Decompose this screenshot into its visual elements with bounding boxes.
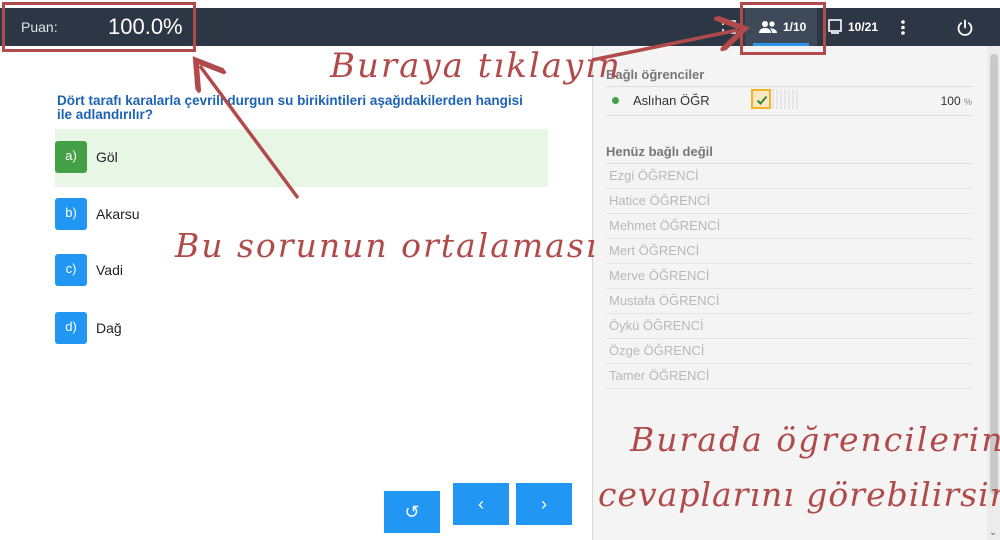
annotation-answers-line2: cevaplarını görebilirsiniz [598,475,1000,514]
annotation-answers-line1: Burada öğrencilerin [630,420,1000,459]
annotation-question-average: Bu sorunun ortalaması [175,226,599,265]
arrow-to-score [200,66,300,200]
quiz-app: Puan: 100.0% 1/10 10/21 Dört tarafı kara… [0,0,1000,540]
annotation-click-here: Buraya tıklayın [330,46,622,86]
